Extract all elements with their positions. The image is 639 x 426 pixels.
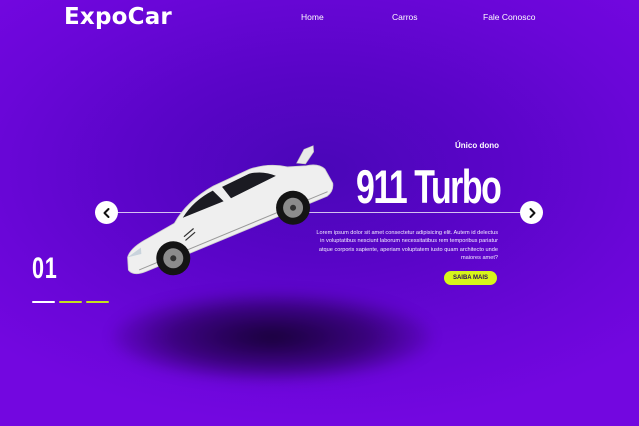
nav-fale-conosco[interactable]: Fale Conosco (483, 12, 535, 22)
car-description: Lorem ipsum dolor sit amet consectetur a… (316, 230, 498, 261)
slide-indicator-3[interactable] (86, 301, 109, 303)
next-slide-button[interactable] (520, 201, 543, 224)
saiba-mais-button[interactable]: SAIBA MAIS (444, 271, 497, 285)
slide-indicator-1[interactable] (32, 301, 55, 303)
logo[interactable]: ExpoCar (64, 4, 172, 30)
slide-number: 01 (32, 252, 58, 285)
model-title: 911 Turbo (356, 160, 502, 213)
slide-indicator-2[interactable] (59, 301, 82, 303)
owner-label: Único dono (455, 141, 499, 150)
nav-home[interactable]: Home (301, 12, 324, 22)
car-image (127, 145, 334, 276)
nav-carros[interactable]: Carros (392, 12, 418, 22)
car-shadow (112, 292, 432, 382)
chevron-right-icon (529, 207, 535, 218)
